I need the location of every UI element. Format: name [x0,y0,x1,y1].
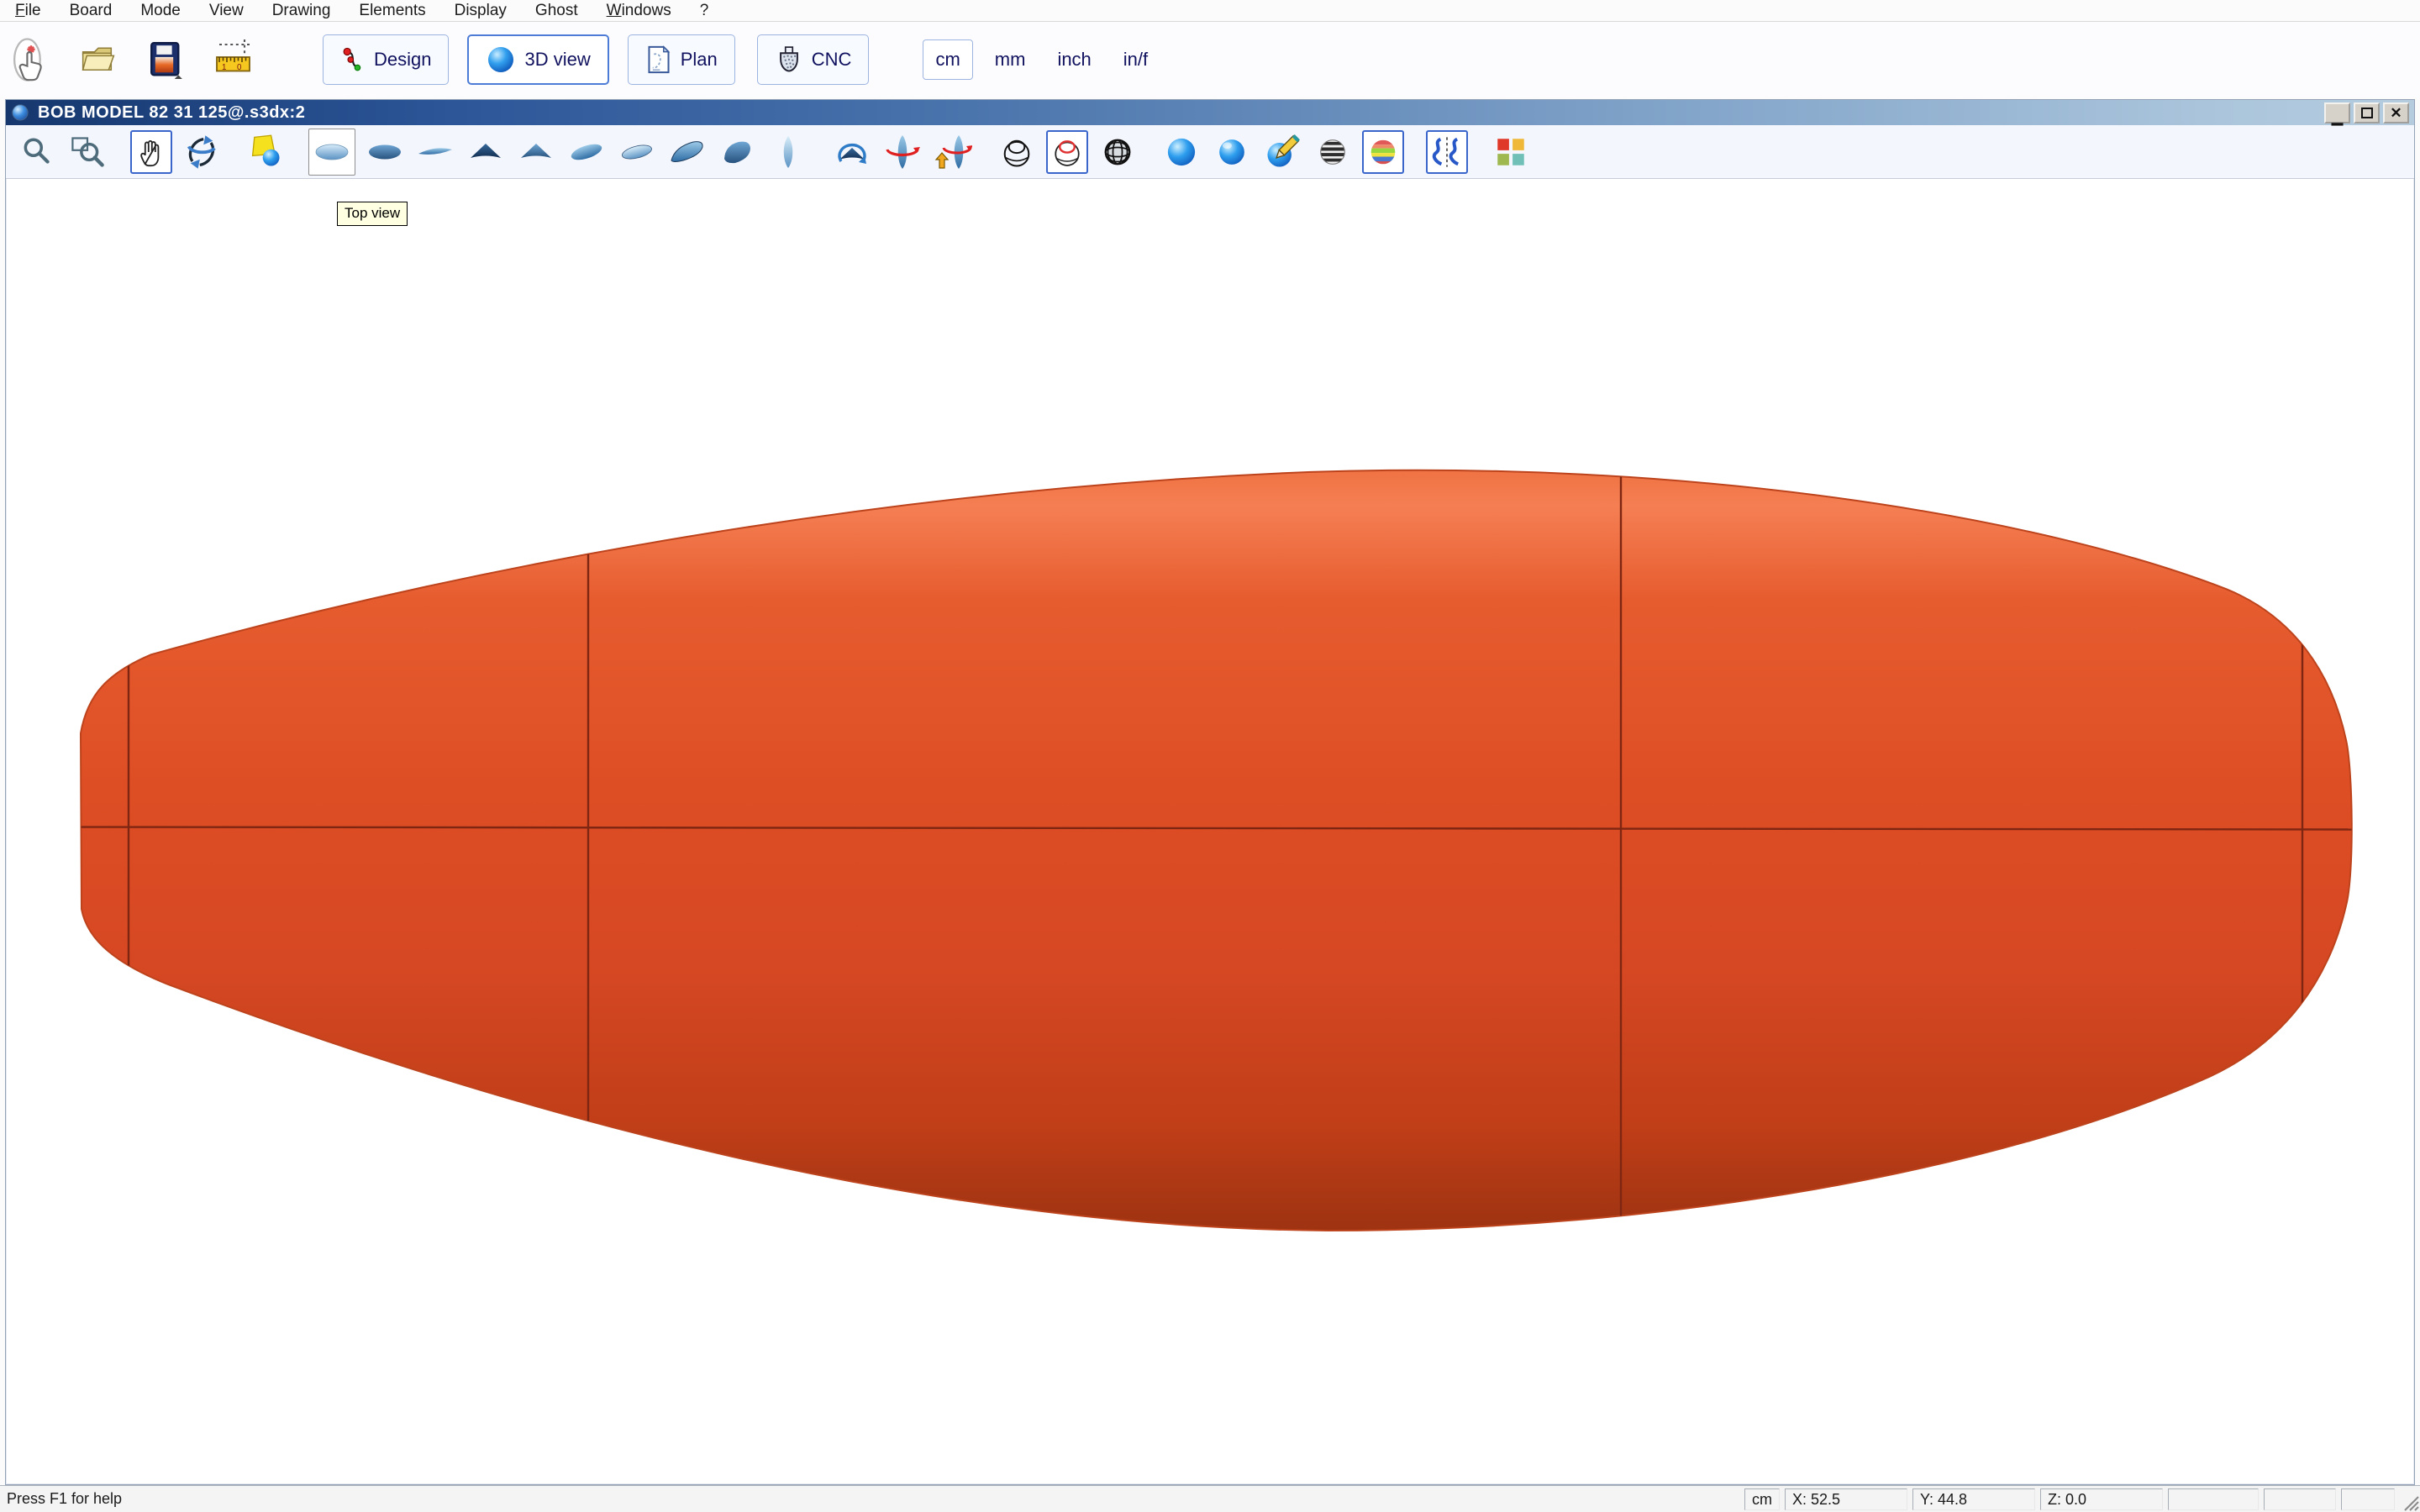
smooth-sphere-icon[interactable] [1211,130,1253,174]
3d-view-label: 3D view [524,49,591,70]
document-title: BOB MODEL 82 31 125@.s3dx:2 [38,102,306,122]
design-button[interactable]: Design [323,34,450,85]
bottom-view-icon[interactable] [364,130,406,174]
new-board-icon[interactable] [8,34,54,85]
model-canvas[interactable]: Top view [7,181,2413,1483]
view-toolbar [6,125,2414,179]
ruler-guides-icon[interactable]: 1 0 [212,34,257,85]
menu-drawing[interactable]: Drawing [272,2,331,20]
perspective-blob-icon[interactable] [717,130,759,174]
plan-label: Plan [680,49,718,70]
shaded-sphere-icon[interactable] [1160,130,1202,174]
design-label: Design [374,49,432,70]
side-view-icon[interactable] [414,130,456,174]
status-empty-panel [2341,1488,2395,1510]
svg-text:1: 1 [222,63,226,72]
status-panels: cm X: 52.5 Y: 44.8 Z: 0.0 [1744,1488,2395,1510]
maximize-button[interactable] [2354,102,2380,123]
wireframe-icon[interactable] [996,130,1038,174]
unit-selector: cm mm inch in/f [923,39,1158,80]
plan-icon [648,45,670,74]
cnc-button[interactable]: CNC [756,34,870,85]
menu-help[interactable]: ? [700,2,709,20]
plan-button[interactable]: Plan [627,34,735,85]
curvature-map-icon[interactable] [1362,129,1404,174]
top-view-icon[interactable] [308,128,355,176]
status-help-text: Press F1 for help [7,1490,123,1507]
status-x-coordinate: X: 52.5 [1785,1488,1907,1510]
cnc-label: CNC [811,49,852,70]
zebra-stripes-icon[interactable] [1312,130,1354,174]
board-3d-top-view[interactable] [7,181,2413,1483]
window-controls: ▁ ✕ [2324,102,2409,124]
save-icon[interactable] [143,34,188,85]
zoom-icon[interactable] [16,130,58,174]
minimize-button[interactable]: ▁ [2324,102,2350,124]
menu-display[interactable]: Display [455,2,507,20]
unit-inf[interactable]: in/f [1113,40,1158,79]
cnc-icon [779,46,798,72]
mesh-sphere-icon[interactable] [1097,130,1139,174]
menu-ghost[interactable]: Ghost [535,2,578,20]
menu-file[interactable]: File [15,2,41,20]
unit-inch[interactable]: inch [1047,40,1101,79]
open-folder-icon[interactable] [76,34,121,85]
svg-text:0: 0 [237,63,242,72]
light-icon[interactable] [245,130,287,174]
wireframe-highlight-icon[interactable] [1046,129,1088,174]
menu-mode[interactable]: Mode [140,2,181,20]
perspective-bottom-icon[interactable] [616,130,658,174]
tooltip: Top view [337,202,408,226]
back-view-icon[interactable] [515,130,557,174]
main-toolbar: 1 0 Design 3D view Plan CNC cm mm inch i… [0,22,2420,97]
rotate-front-icon[interactable] [831,130,873,174]
rotate-3d-icon[interactable] [181,130,223,174]
resize-grip[interactable] [2398,1490,2420,1512]
perspective-top-icon[interactable] [566,130,608,174]
menu-bar: File Board Mode View Drawing Elements Di… [0,0,2420,22]
quad-view-icon[interactable] [1490,130,1532,174]
status-empty-panel [2168,1488,2259,1510]
status-bar: Press F1 for help cm X: 52.5 Y: 44.8 Z: … [0,1485,2420,1512]
pan-hand-icon[interactable] [130,129,172,174]
document-window: BOB MODEL 82 31 125@.s3dx:2 ▁ ✕ Top view [5,99,2415,1485]
edit-surface-icon[interactable] [1261,130,1303,174]
menu-elements[interactable]: Elements [359,2,425,20]
close-button[interactable]: ✕ [2383,102,2409,123]
document-icon [12,104,29,121]
status-empty-panel [2264,1488,2336,1510]
perspective-tilt-icon[interactable] [666,130,708,174]
menu-board[interactable]: Board [70,2,113,20]
status-unit: cm [1744,1488,1780,1510]
status-z-coordinate: Z: 0.0 [2040,1488,2163,1510]
flip-board-icon[interactable] [932,130,974,174]
front-view-icon[interactable] [465,130,507,174]
unit-cm[interactable]: cm [923,39,973,80]
unit-mm[interactable]: mm [985,40,1036,79]
design-icon [343,47,361,71]
flow-lines-icon[interactable] [1426,129,1468,174]
menu-windows[interactable]: Windows [607,2,671,20]
rotate-board-icon[interactable] [881,130,923,174]
outline-view-icon[interactable] [767,130,809,174]
3d-view-icon [488,47,514,72]
board-outline[interactable] [79,469,2353,1231]
status-y-coordinate: Y: 44.8 [1912,1488,2035,1510]
menu-view[interactable]: View [209,2,244,20]
3d-view-button[interactable]: 3D view [467,34,609,85]
document-titlebar[interactable]: BOB MODEL 82 31 125@.s3dx:2 ▁ ✕ [6,100,2414,125]
zoom-area-icon[interactable] [66,130,108,174]
